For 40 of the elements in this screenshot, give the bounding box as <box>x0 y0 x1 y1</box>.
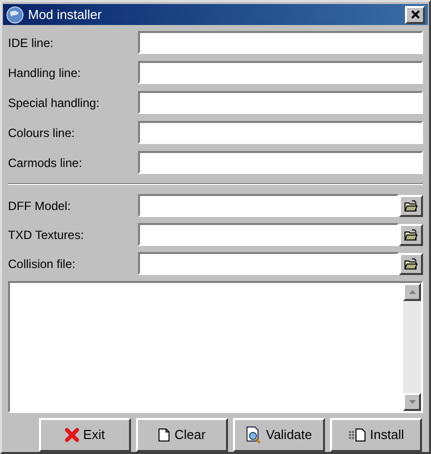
folder-icon <box>404 258 418 270</box>
close-button[interactable] <box>405 6 425 24</box>
document-icon <box>348 428 366 442</box>
text-area[interactable] <box>8 281 423 413</box>
window-title: Mod installer <box>28 6 103 24</box>
close-icon <box>410 10 420 19</box>
field-label: DFF Model: <box>8 198 72 214</box>
close-icon <box>65 428 80 442</box>
input-field[interactable] <box>138 151 423 174</box>
input-field[interactable] <box>138 91 423 114</box>
scrollbar[interactable] <box>403 283 421 411</box>
field-label: Carmods line: <box>8 154 84 172</box>
browse-button[interactable] <box>399 252 423 274</box>
input-field[interactable] <box>138 61 423 84</box>
dialog-button[interactable]: Exit <box>39 418 131 452</box>
browse-button[interactable] <box>399 194 423 216</box>
field-label: Colours line: <box>8 124 76 142</box>
document-magnifier-icon <box>246 426 262 444</box>
input-field[interactable] <box>138 223 399 246</box>
dialog-button[interactable]: Install <box>330 418 422 452</box>
folder-icon <box>404 200 418 212</box>
dialog-button[interactable]: Clear <box>136 418 228 452</box>
field-label: Special handling: <box>8 94 100 112</box>
scroll-down-button[interactable] <box>403 393 421 411</box>
field-label: TXD Textures: <box>8 226 85 244</box>
globe-icon <box>6 6 24 24</box>
input-field[interactable] <box>138 252 399 275</box>
scroll-up-button[interactable] <box>403 283 421 301</box>
folder-icon <box>404 228 418 240</box>
input-field[interactable] <box>138 31 423 54</box>
input-field[interactable] <box>138 194 399 217</box>
field-label: Handling line: <box>8 64 82 82</box>
input-field[interactable] <box>138 121 423 144</box>
dialog-button[interactable]: Validate <box>233 418 325 452</box>
down-arrow-icon <box>408 400 416 404</box>
document-icon <box>158 428 170 442</box>
field-label: Collision file: <box>8 256 76 272</box>
field-label: IDE line: <box>8 34 54 52</box>
browse-button[interactable] <box>399 224 423 246</box>
up-arrow-icon <box>408 290 416 294</box>
